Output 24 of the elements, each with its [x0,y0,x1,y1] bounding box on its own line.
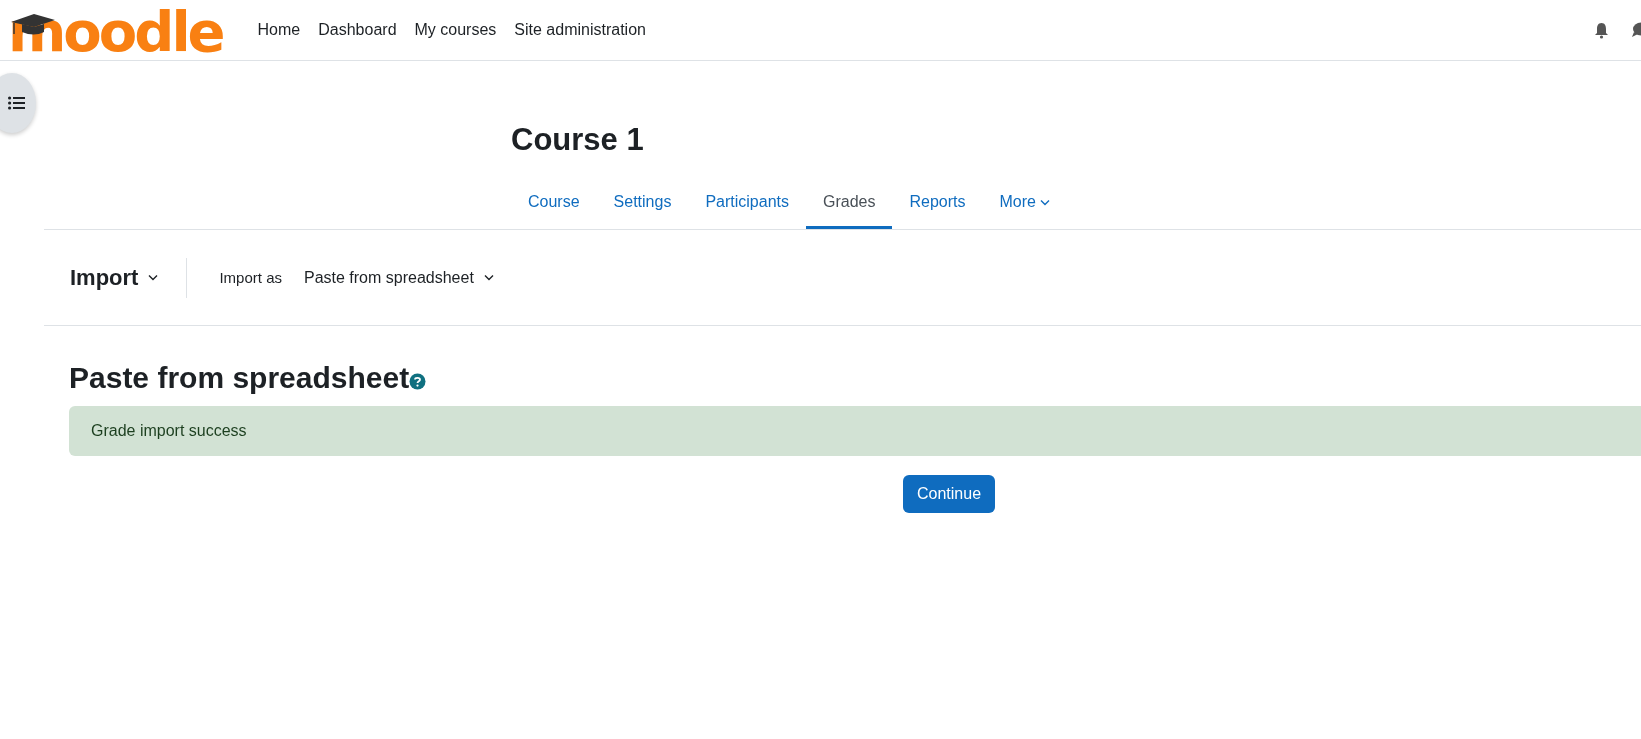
nav-link[interactable]: Site administration [505,21,655,39]
bell-icon[interactable] [1594,21,1609,39]
continue-button[interactable]: Continue [903,475,996,514]
list-icon [8,96,25,110]
page-heading: Paste from spreadsheet [69,360,410,397]
course-index-toggle[interactable] [0,73,36,133]
course-title: Course 1 [511,121,644,159]
caret-icon [148,274,159,282]
import-menu[interactable]: Import [66,257,188,298]
nav-tab[interactable]: More [982,184,1067,230]
caret-icon [1039,198,1050,206]
import-as-dropdown[interactable]: Paste from spreadsheet [300,264,498,291]
nav-link[interactable]: My courses [405,21,506,39]
nav-tab[interactable]: Grades [806,184,893,230]
nav-tab[interactable]: Settings [596,184,689,230]
caret-icon [483,274,494,282]
nav-link[interactable]: Dashboard [309,21,406,39]
nav-link[interactable]: Home [248,21,310,39]
success-alert: Grade import success [69,406,1641,457]
help-icon[interactable] [409,372,427,390]
import-as-label: Import as [219,269,282,287]
nav-tab[interactable]: Course [511,184,597,230]
nav-tab[interactable]: Reports [892,184,983,230]
nav-tab[interactable]: Participants [688,184,806,230]
